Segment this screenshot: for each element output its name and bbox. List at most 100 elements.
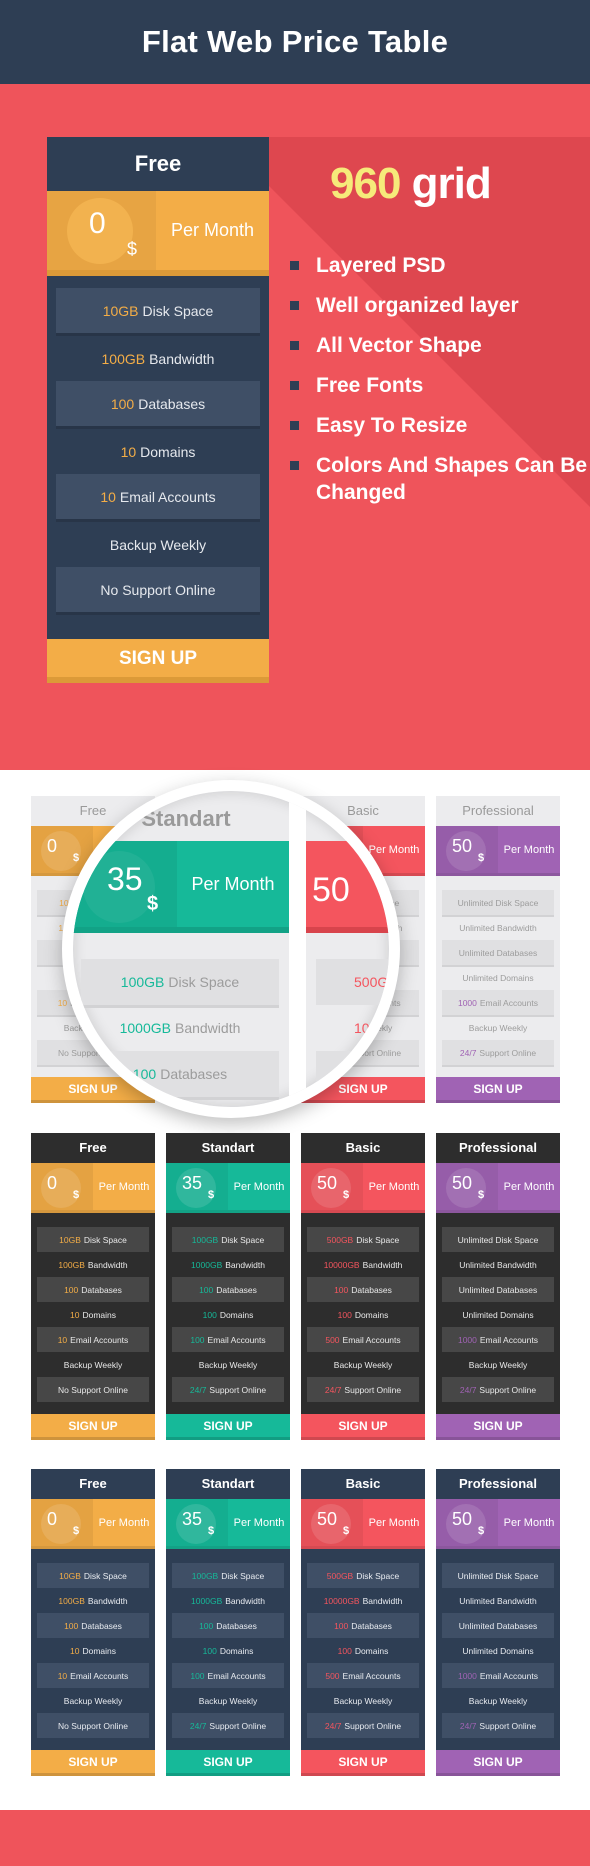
sign-up-button[interactable]: SIGN UP bbox=[301, 1414, 425, 1440]
sign-up-button[interactable]: SIGN UP bbox=[436, 1077, 560, 1103]
magnified-basic-row: 10000 bbox=[354, 1020, 393, 1036]
feature-text: Domains bbox=[219, 1309, 254, 1320]
price-card-free: Free0$Per Month10GBDisk Space100GBBandwi… bbox=[31, 1469, 155, 1776]
feature-row: 100Domains bbox=[172, 1638, 284, 1663]
price-card-professional: Professional 50 $ Per Month Unlimited Disk S… bbox=[436, 1133, 560, 1440]
feature-highlight: 24/7 bbox=[324, 1720, 342, 1731]
feature-row: 100GBBandwidth bbox=[37, 1252, 149, 1277]
price-amount: 0 bbox=[47, 1509, 58, 1529]
feature-text: Email Accounts bbox=[342, 1670, 401, 1681]
sign-up-button[interactable]: SIGN UP bbox=[436, 1750, 560, 1776]
feature-text: Email Accounts bbox=[479, 1334, 539, 1345]
feature-row: 100GBDisk Space bbox=[172, 1563, 284, 1588]
feature-row: 1000GBBandwidth bbox=[172, 1588, 284, 1613]
feature-highlight: 10 bbox=[57, 1670, 68, 1681]
price-amount: 50 bbox=[317, 1509, 338, 1529]
feature-text: Domains bbox=[219, 1645, 254, 1656]
price-card-basic: Basic50$Per Month500GBDisk Space10000GBB… bbox=[301, 1133, 425, 1440]
feature-highlight: 10 bbox=[100, 488, 116, 505]
feature-text: Disk Space bbox=[142, 302, 214, 319]
feature-text: Unlimited Databases bbox=[458, 1284, 538, 1295]
feature-highlight: 500 bbox=[325, 1334, 340, 1345]
price-period: Per Month bbox=[233, 1516, 285, 1529]
feature-highlight: 24/7 bbox=[459, 1720, 477, 1731]
feature-highlight: 100 bbox=[64, 1284, 79, 1295]
price-card-professional: Professional 50 $ Per Month Unlimited Disk S… bbox=[436, 796, 560, 1103]
feature-text: Email Accounts bbox=[479, 997, 539, 1008]
price-period: Per Month bbox=[368, 1516, 420, 1529]
feature-highlight: 10000GB bbox=[323, 1595, 360, 1606]
feature-row: 100GBBandwidth bbox=[56, 336, 260, 381]
feature-row: 100GBDisk Space bbox=[172, 1227, 284, 1252]
currency-symbol: $ bbox=[478, 1525, 485, 1537]
price-period: Per Month bbox=[98, 1516, 150, 1529]
grid-word: grid bbox=[411, 159, 492, 208]
feature-text: Bandwidth bbox=[225, 1595, 265, 1606]
price-block: 35 $ Per Month bbox=[166, 1499, 290, 1549]
feature-highlight: 100 bbox=[199, 1284, 214, 1295]
sign-up-button[interactable]: SIGN UP bbox=[166, 1750, 290, 1776]
sign-up-button[interactable]: SIGN UP bbox=[166, 1414, 290, 1440]
magnified-basic-row: Online bbox=[316, 1051, 389, 1097]
magnified-price-block: 35 $ Per Month bbox=[73, 841, 289, 933]
feature-text: Backup Weekly bbox=[198, 1695, 258, 1706]
sign-up-button[interactable]: SIGN UP bbox=[47, 639, 269, 683]
feature-list: 500GBDisk Space10000GBBandwidth100Databa… bbox=[301, 1213, 425, 1414]
feature-text: Support Online bbox=[479, 1384, 537, 1395]
feature-text: Email Accounts bbox=[207, 1670, 266, 1681]
feature-row: 10GBDisk Space bbox=[37, 1563, 149, 1588]
feature-row: 100Email Accounts bbox=[172, 1663, 284, 1688]
price-card-free: Free0$Per Month10GBDisk Space100GBBandwi… bbox=[31, 1133, 155, 1440]
feature-highlight: 500 bbox=[325, 1670, 340, 1681]
feature-text: Domains bbox=[82, 1309, 116, 1320]
feature-text: Domains bbox=[354, 1645, 389, 1656]
feature-text: Email Accounts bbox=[70, 1670, 129, 1681]
sign-up-button[interactable]: SIGN UP bbox=[31, 1750, 155, 1776]
price-period: Per Month bbox=[191, 873, 275, 894]
square-bullet-icon bbox=[290, 261, 299, 270]
feature-highlight: 100 bbox=[199, 1620, 214, 1631]
feature-row: 24/7Support Online bbox=[307, 1377, 419, 1402]
feature-list: 500GBDisk Space10000GBBandwidth100Databa… bbox=[301, 1549, 425, 1750]
price-card-standart: Standart35$Per Month100GBDisk Space1000G… bbox=[166, 1133, 290, 1440]
feature-text: Bandwidth bbox=[87, 1595, 128, 1606]
feature-list: Unlimited Disk Space Unlimited Bandwidth U… bbox=[436, 876, 560, 1077]
footer-band bbox=[0, 1810, 590, 1866]
currency-symbol: $ bbox=[208, 1525, 215, 1537]
feature-highlight: 100GB bbox=[58, 1595, 85, 1606]
feature-highlight: 100GB bbox=[191, 1234, 219, 1245]
feature-text: No Support Online bbox=[58, 1720, 128, 1731]
sign-up-button[interactable]: SIGN UP bbox=[301, 1750, 425, 1776]
feature-highlight: 1000 bbox=[457, 997, 477, 1008]
sign-up-button[interactable]: SIGN UP bbox=[31, 1414, 155, 1440]
feature-text: Databases bbox=[81, 1620, 122, 1631]
feature-text: Databases bbox=[351, 1620, 392, 1631]
feature-row: 24/7Support Online bbox=[307, 1713, 419, 1738]
feature-row: 100Domains bbox=[307, 1638, 419, 1663]
feature-highlight: 10 bbox=[57, 997, 68, 1008]
feature-row: 10GBDisk Space bbox=[56, 288, 260, 333]
feature-highlight: 100 bbox=[202, 1645, 217, 1656]
feature-highlight: 100GB bbox=[101, 350, 146, 367]
feature-row: 10Domains bbox=[56, 429, 260, 474]
feature-row: Unlimited Databases bbox=[442, 940, 554, 965]
feature-highlight: 100 bbox=[334, 1284, 349, 1295]
feature-row: 10Domains bbox=[37, 1302, 149, 1327]
price-block: 0 $ Per Month bbox=[31, 1499, 155, 1549]
feature-highlight: 10 bbox=[69, 1309, 80, 1320]
sign-up-button[interactable]: SIGN UP bbox=[436, 1414, 560, 1440]
plan-name: Professional bbox=[436, 1469, 560, 1499]
feature-row: Unlimited Databases bbox=[442, 1277, 554, 1302]
currency-symbol: $ bbox=[343, 1189, 350, 1201]
feature-text: Backup Weekly bbox=[333, 1359, 393, 1370]
feature-text: Disk Space bbox=[168, 974, 240, 990]
plan-name: Standart bbox=[166, 1469, 290, 1499]
feature-highlight: 10 bbox=[57, 1334, 68, 1345]
feature-row: Unlimited Disk Space bbox=[442, 1563, 554, 1588]
feature-row: No Support Online bbox=[37, 1713, 149, 1738]
feature-row: Backup Weekly bbox=[172, 1688, 284, 1713]
feature-label: All Vector Shape bbox=[316, 334, 482, 357]
feature-highlight: 100 bbox=[190, 1670, 205, 1681]
feature-text: Databases bbox=[160, 1066, 228, 1082]
plan-name: Professional bbox=[436, 1133, 560, 1163]
